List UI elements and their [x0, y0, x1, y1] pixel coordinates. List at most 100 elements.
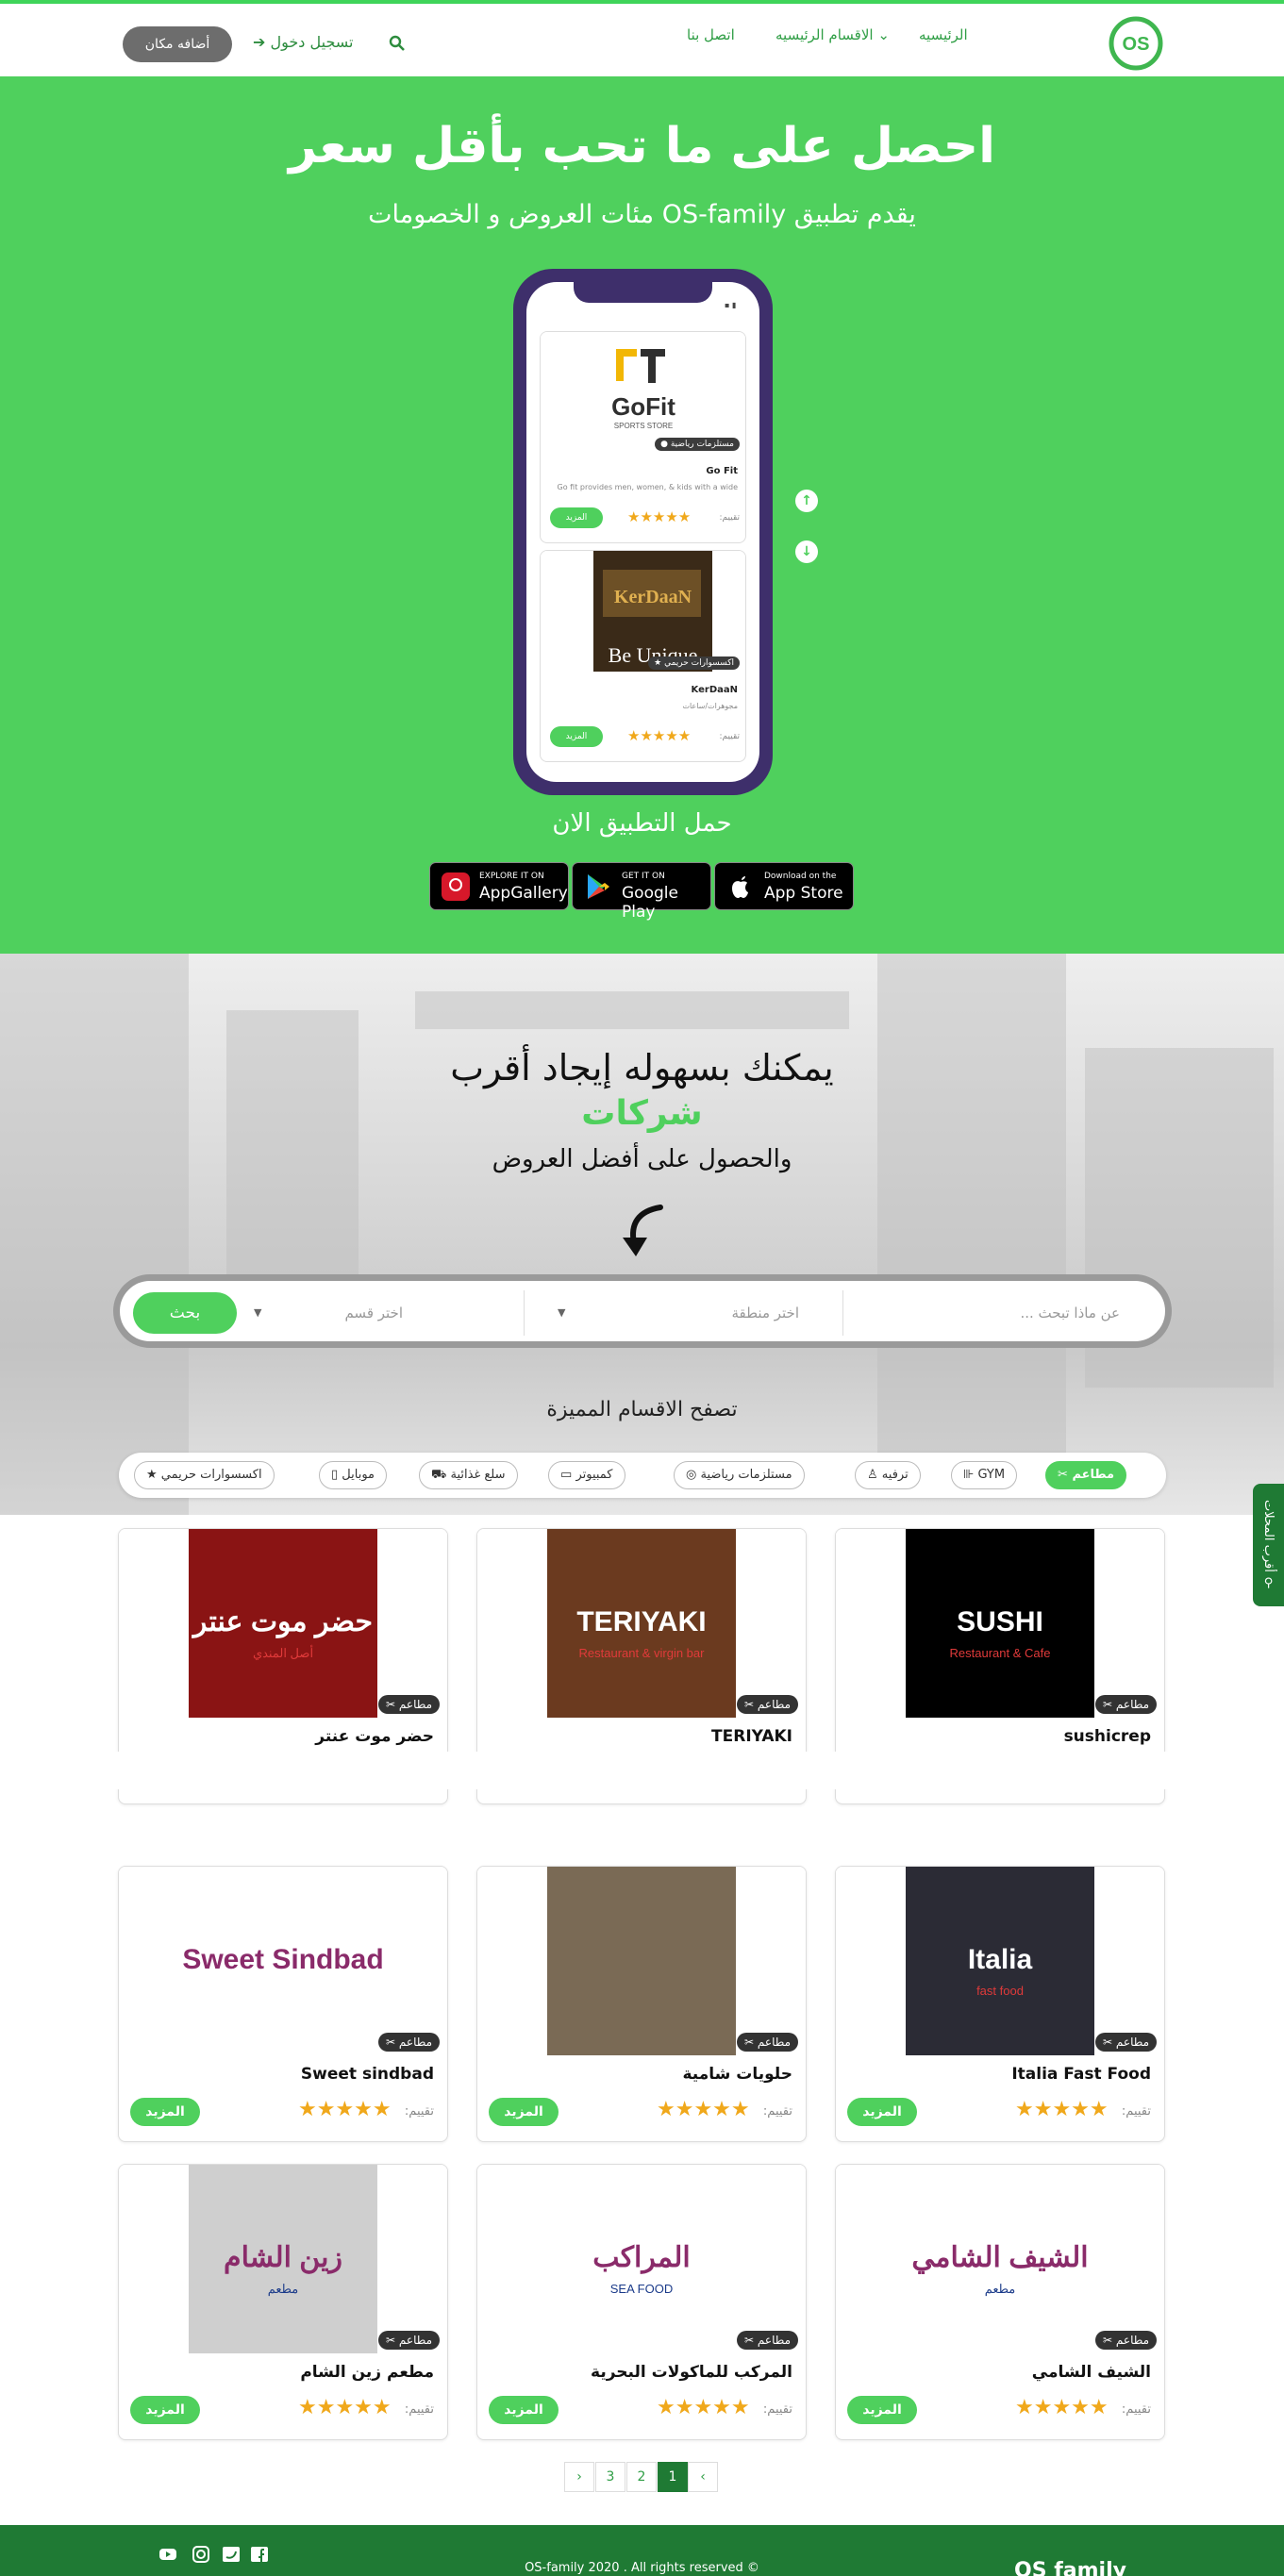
utensils-icon: ✂ [744, 2036, 755, 2049]
app-gallery-badge[interactable]: EXPLORE IT ON AppGallery [429, 862, 569, 910]
render-gap [0, 1752, 1284, 1789]
divider [524, 1290, 525, 1336]
twitter-icon[interactable] [222, 2546, 241, 2563]
phone-card-more-button[interactable]: المزيد [550, 507, 603, 528]
gofit-logo: GoFit SPORTS STORE [541, 332, 745, 455]
place-card[interactable]: المراكب SEA FOOD مطاعم ✂ المركب للماكولات ا… [476, 2164, 807, 2440]
pagination-page-1[interactable]: 1 [658, 2462, 688, 2492]
category-select[interactable]: اختر قسم [252, 1294, 412, 1332]
more-button[interactable]: المزيد [489, 2396, 559, 2424]
place-logo: حضر موت عنتر أصل المندي [119, 1529, 447, 1718]
category-tabs: مطاعم ✂ GYM ⊪ ترفيه ♙ مستلزمات رياضية ◎ … [119, 1453, 1166, 1498]
phone-card-name: KerDaaN [691, 685, 738, 695]
category-select-value: اختر قسم [344, 1305, 403, 1321]
search-button[interactable]: بحث [133, 1292, 237, 1334]
utensils-icon: ✂ [744, 2334, 755, 2347]
place-card[interactable]: الشيف الشامي مطعم مطاعم ✂ الشيف الشامي تقييم… [835, 2164, 1165, 2440]
nav-categories-dropdown[interactable]: ⌄ الاقسام الرئيسيه [775, 26, 890, 43]
instagram-icon[interactable] [192, 2546, 210, 2563]
tab-mobile[interactable]: موبايل ▯ [319, 1461, 388, 1489]
svg-text:OS: OS [1123, 34, 1150, 55]
search-input-placeholder: عن ماذا تبحث ... [1020, 1305, 1120, 1321]
category-badge: مطاعم ✂ [378, 2033, 440, 2052]
google-play-badge[interactable]: GET IT ON Google Play [572, 862, 711, 922]
tab-entertainment[interactable]: ترفيه ♙ [855, 1461, 921, 1489]
os-family-logo[interactable]: OS [1108, 15, 1164, 72]
tab-gym[interactable]: GYM ⊪ [951, 1461, 1018, 1489]
tab-computer[interactable]: كمبيوتر ▭ [548, 1461, 625, 1489]
youtube-icon[interactable] [158, 2546, 177, 2563]
rating-label: تقييم: [1121, 2104, 1151, 2119]
svg-text:مطعم: مطعم [985, 2282, 1016, 2297]
more-button[interactable]: المزيد [130, 2098, 200, 2126]
rating-stars: ★★★★★ [657, 2396, 750, 2419]
scroll-down-arrow-icon[interactable]: ↓ [795, 540, 818, 563]
phone-card-tag: مستلزمات رياضية ● [655, 438, 740, 451]
facebook-icon[interactable] [250, 2546, 269, 2563]
phone-card-gofit[interactable]: GoFit SPORTS STORE مستلزمات رياضية ● Go … [540, 331, 746, 543]
nav-categories-label: الاقسام الرئيسيه [775, 26, 874, 43]
category-badge: مطاعم ✂ [1095, 2033, 1157, 2052]
cart-icon: ⛟ [431, 1468, 447, 1482]
login-link[interactable]: تسجيل دخول ➔ [253, 33, 354, 51]
nav-contact-link[interactable]: اتصل بنا [687, 26, 735, 43]
place-card[interactable]: Italia fast food مطاعم ✂ Italia Fast Food تق… [835, 1866, 1165, 2142]
search-highlight: شركات [581, 1094, 703, 1133]
category-badge: مطاعم ✂ [1095, 2331, 1157, 2350]
phone-card-kerdaan[interactable]: KerDaaN Be Unique اكسسوارات حريمي ★ KerD… [540, 550, 746, 762]
phone-card-more-button[interactable]: المزيد [550, 726, 603, 747]
place-card[interactable]: زين الشام مطعم مطاعم ✂ مطعم زين الشام تقييم:… [118, 2164, 448, 2440]
tab-sports-supplies[interactable]: مستلزمات رياضية ◎ [674, 1461, 805, 1489]
search-icon[interactable] [389, 35, 406, 52]
more-button[interactable]: المزيد [130, 2396, 200, 2424]
kerdaan-logo: KerDaaN Be Unique [541, 551, 745, 673]
search-bar: بحث اختر قسم ▼ اختر منطقة ▼ عن ماذا تبحث… [113, 1274, 1172, 1348]
place-name: TERIYAKI [711, 1727, 792, 1746]
nav-home-link[interactable]: الرئيسيه [919, 26, 968, 43]
login-label: تسجيل دخول [270, 33, 354, 51]
region-select[interactable]: اختر منطقة [535, 1294, 809, 1332]
store-line2: Google Play [622, 884, 678, 922]
svg-text:TERIYAKI: TERIYAKI [576, 1606, 706, 1637]
scroll-up-arrow-icon[interactable]: ↑ [795, 490, 818, 512]
footer: OS family OS-family 2020 . All rights re… [0, 2525, 1284, 2576]
utensils-icon: ✂ [1103, 1698, 1113, 1711]
add-place-button[interactable]: أضافه مكان [123, 26, 232, 62]
place-name: Italia Fast Food [1011, 2065, 1151, 2084]
svg-text:SUSHI: SUSHI [957, 1606, 1043, 1637]
more-button[interactable]: المزيد [489, 2098, 559, 2126]
svg-text:زين الشام: زين الشام [224, 2242, 342, 2274]
pagination-page-3[interactable]: 3 [595, 2462, 625, 2492]
huawei-icon [442, 873, 470, 901]
ball-icon: ◎ [686, 1468, 697, 1482]
tab-womens-accessories[interactable]: اكسسوارات حريمي ★ [134, 1461, 275, 1489]
tab-restaurants[interactable]: مطاعم ✂ [1045, 1461, 1127, 1489]
place-name: الشيف الشامي [1031, 2363, 1151, 2382]
utensils-icon: ✂ [744, 1698, 755, 1711]
desktop-icon: ▭ [560, 1468, 573, 1482]
svg-text:KerDaaN: KerDaaN [614, 587, 692, 607]
place-card[interactable]: Sweet Sindbad مطاعم ✂ Sweet sindbad تقييم: ★… [118, 1866, 448, 2142]
status-icons: ▪ ▮ [725, 301, 737, 309]
star-icon: ★ [654, 658, 662, 668]
place-logo: Sweet Sindbad [119, 1867, 447, 2055]
phone-card-stars: ★★★★★ [627, 727, 692, 744]
place-card[interactable]: مطاعم ✂ حلويات شامية تقييم: ★★★★★ المزيد [476, 1866, 807, 2142]
place-name: مطعم زين الشام [300, 2363, 434, 2382]
store-line1: GET IT ON [622, 872, 665, 881]
app-store-badge[interactable]: Download on the App Store [714, 862, 854, 910]
more-button[interactable]: المزيد [847, 2396, 917, 2424]
search-headline: يمكنك بسهوله إيجاد أقرب [450, 1047, 834, 1089]
apple-icon [732, 876, 748, 898]
sign-in-icon: ➔ [253, 33, 266, 51]
tab-groceries[interactable]: سلع غذائية ⛟ [419, 1461, 518, 1489]
search-input[interactable]: عن ماذا تبحث ... [856, 1294, 1139, 1332]
more-button[interactable]: المزيد [847, 2098, 917, 2126]
pagination-prev[interactable]: ‹ [688, 2462, 718, 2492]
category-badge: مطاعم ✂ [378, 1695, 440, 1714]
pagination-next[interactable]: › [564, 2462, 594, 2492]
pagination-page-2[interactable]: 2 [626, 2462, 657, 2492]
store-line2: App Store [764, 884, 843, 903]
nearest-shops-tab[interactable]: ⚲ أقرب المحلات [1253, 1484, 1284, 1606]
rating-label: تقييم: [762, 2402, 792, 2417]
